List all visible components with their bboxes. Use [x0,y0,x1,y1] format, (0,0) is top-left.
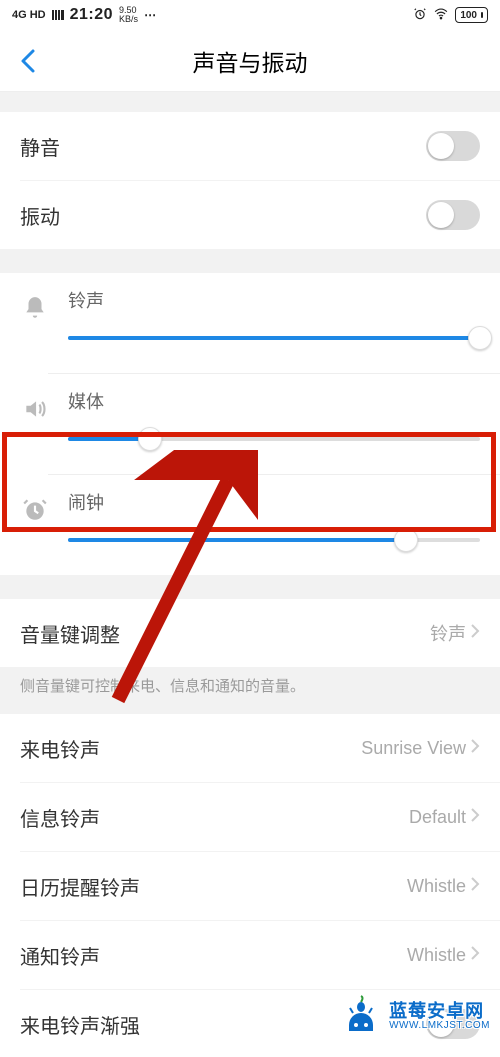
volume-media-label: 媒体 [68,388,480,414]
watermark: 蓝莓安卓网 WWW.LMKJST.COM [339,995,490,1039]
row-incoming-ringtone[interactable]: 来电铃声 Sunrise View [0,714,500,782]
volume-ringtone: 铃声 [0,273,500,373]
chevron-right-icon [470,738,480,759]
volume-media-slider[interactable] [68,426,480,452]
row-vibrate[interactable]: 振动 [0,181,500,249]
status-left: 4G HD 21:20 9.50 KB/s ⋯ [12,6,157,24]
volume-alarm: 闹钟 [0,475,500,575]
volume-media: 媒体 [0,374,500,474]
page-title: 声音与振动 [193,44,308,78]
more-icon: ⋯ [144,8,157,22]
watermark-text-cn: 蓝莓安卓网 [389,1002,490,1021]
chevron-right-icon [470,623,480,644]
row-volume-key[interactable]: 音量键调整 铃声 [0,599,500,667]
status-speed: 9.50 KB/s [119,6,138,24]
speaker-icon [20,394,50,424]
status-right: 100 [413,7,488,24]
chevron-right-icon [470,807,480,828]
volume-key-value: 铃声 [430,620,480,646]
mute-label: 静音 [20,132,60,161]
status-bar: 4G HD 21:20 9.50 KB/s ⋯ 100 [0,0,500,30]
mute-toggle[interactable] [426,131,480,161]
signal-bars-icon [52,10,64,20]
battery-indicator: 100 [455,7,488,23]
clock-icon [20,495,50,525]
volume-alarm-label: 闹钟 [68,489,480,515]
status-time: 21:20 [70,6,113,24]
watermark-logo-icon [339,995,383,1039]
volume-ringtone-slider[interactable] [68,325,480,351]
page-header: 声音与振动 [0,30,500,92]
row-notify-ringtone[interactable]: 通知铃声 Whistle [0,921,500,989]
chevron-right-icon [470,876,480,897]
chevron-right-icon [470,945,480,966]
network-type: 4G HD [12,9,46,21]
row-mute[interactable]: 静音 [0,112,500,180]
section-toggles: 静音 振动 [0,112,500,249]
volume-ringtone-label: 铃声 [68,287,480,313]
wifi-icon [433,7,449,24]
bell-icon [20,293,50,323]
watermark-text-en: WWW.LMKJST.COM [389,1021,490,1032]
row-message-ringtone[interactable]: 信息铃声 Default [0,783,500,851]
volume-key-label: 音量键调整 [20,619,120,648]
vibrate-toggle[interactable] [426,200,480,230]
section-volumes: 铃声 媒体 [0,273,500,575]
volume-key-description: 侧音量键可控制来电、信息和通知的音量。 [0,667,500,714]
back-button[interactable] [12,45,44,77]
vibrate-label: 振动 [20,201,60,230]
alarm-icon [413,7,427,24]
row-calendar-ringtone[interactable]: 日历提醒铃声 Whistle [0,852,500,920]
volume-alarm-slider[interactable] [68,527,480,553]
section-volume-key: 音量键调整 铃声 [0,599,500,667]
